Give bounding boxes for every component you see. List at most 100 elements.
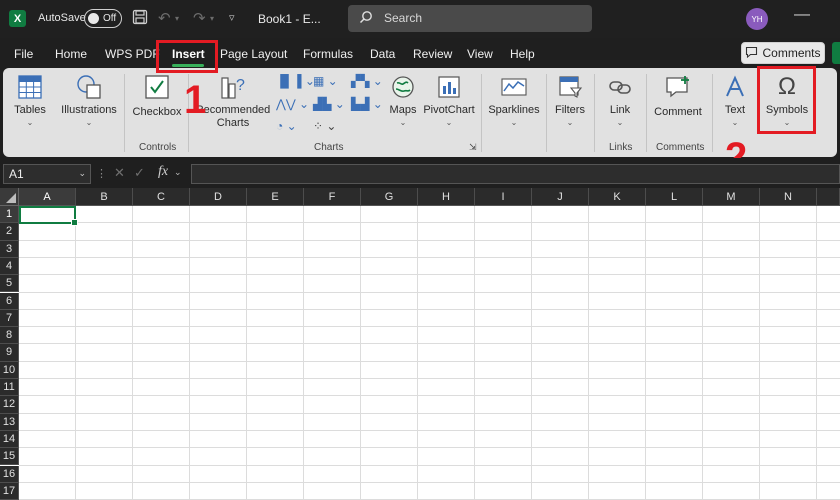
column-header-f[interactable]: F — [304, 188, 361, 206]
shapes-icon — [75, 72, 103, 102]
pie-chart-icon[interactable]: ◔ ⌄ — [276, 119, 297, 133]
redo-icon[interactable]: ↷ — [193, 9, 206, 27]
row-header-12[interactable]: 12 — [0, 396, 19, 414]
column-header-a[interactable]: A — [19, 188, 76, 206]
maps-button[interactable]: Maps ⌄ — [384, 72, 422, 127]
row-gridline — [19, 395, 840, 397]
link-icon — [607, 72, 633, 102]
chevron-down-icon: ⌄ — [510, 118, 518, 127]
select-all-button[interactable] — [0, 188, 19, 206]
column-header-k[interactable]: K — [589, 188, 646, 206]
minimize-icon[interactable]: — — [794, 6, 810, 24]
name-box[interactable]: A1 ⌄ — [3, 164, 91, 184]
column-header-j[interactable]: J — [532, 188, 589, 206]
column-header-h[interactable]: H — [418, 188, 475, 206]
recommended-charts-icon: ? — [218, 72, 248, 102]
column-header-c[interactable]: C — [133, 188, 190, 206]
enter-icon[interactable]: ✓ — [134, 165, 145, 181]
pivotchart-button[interactable]: PivotChart ⌄ — [422, 72, 476, 127]
row-header-7[interactable]: 7 — [0, 309, 19, 328]
column-header-d[interactable]: D — [190, 188, 247, 206]
checkbox-button[interactable]: Checkbox — [130, 72, 184, 118]
row-header-2[interactable]: 2 — [0, 223, 19, 241]
row-header-6[interactable]: 6 — [0, 292, 19, 310]
autosave-toggle[interactable]: Off — [84, 9, 122, 28]
illustrations-button[interactable]: Illustrations ⌄ — [58, 72, 120, 127]
undo-icon[interactable]: ↶ — [158, 9, 171, 27]
search-box[interactable]: Search — [348, 5, 592, 32]
column-header-b[interactable]: B — [76, 188, 133, 206]
row-header-1[interactable]: 1 — [0, 206, 19, 224]
undo-dropdown-icon[interactable]: ▾ — [175, 14, 179, 23]
row-header-10[interactable]: 10 — [0, 361, 19, 379]
row-header-4[interactable]: 4 — [0, 257, 19, 276]
statistic-chart-icon[interactable]: ▟▙ ⌄ — [313, 97, 345, 111]
line-chart-icon[interactable]: ⋀⋁ ⌄ — [276, 97, 309, 111]
row-gridline — [19, 308, 840, 310]
highlight-symbols-button — [757, 66, 816, 134]
scatter-chart-icon[interactable]: ⁘ ⌄ — [313, 119, 336, 133]
row-header-15[interactable]: 15 — [0, 448, 19, 466]
sparklines-button[interactable]: Sparklines ⌄ — [486, 72, 542, 127]
column-header-l[interactable]: L — [646, 188, 703, 206]
avatar[interactable]: YH — [746, 8, 768, 30]
link-button[interactable]: Link ⌄ — [600, 72, 640, 127]
autosave-label: AutoSave — [38, 12, 86, 24]
column-header-i[interactable]: I — [475, 188, 532, 206]
active-cell[interactable] — [19, 206, 78, 226]
tab-page-layout[interactable]: Page Layout — [220, 47, 287, 61]
tables-button[interactable]: Tables ⌄ — [10, 72, 50, 127]
tab-wps-pdf[interactable]: WPS PDF — [105, 47, 160, 61]
checkbox-label: Checkbox — [132, 106, 182, 118]
hierarchy-chart-icon[interactable]: ▦ ⌄ — [313, 74, 338, 88]
comment-label: Comment — [654, 106, 702, 118]
formula-input[interactable] — [191, 164, 840, 184]
share-button-edge[interactable] — [832, 42, 840, 64]
spreadsheet-grid: ABCDEFGHIJKLMN 1 2 3 4 5 6 7 8 9 10 11 12 13 14 15 16 17 — [0, 188, 840, 500]
ribbon-separator — [712, 74, 713, 152]
tab-review[interactable]: Review — [413, 47, 452, 61]
search-icon — [359, 10, 373, 27]
comments-button[interactable]: Comments — [741, 42, 825, 64]
row-header-5[interactable]: 5 — [0, 275, 19, 293]
row-header-17[interactable]: 17 — [0, 482, 19, 500]
combo-chart-icon[interactable]: ▙▟ ⌄ — [351, 97, 383, 111]
row-header-3[interactable]: 3 — [0, 240, 19, 258]
row-header-11[interactable]: 11 — [0, 379, 19, 397]
text-button[interactable]: Text ⌄ — [716, 72, 754, 127]
pivotchart-label: PivotChart — [423, 104, 475, 116]
cancel-icon[interactable]: ✕ — [114, 165, 125, 181]
tab-view[interactable]: View — [467, 47, 493, 61]
insert-function-button[interactable]: fx — [158, 164, 168, 180]
tab-help[interactable]: Help — [510, 47, 535, 61]
checkbox-icon — [143, 72, 171, 102]
formula-bar-grip-icon: ⋮ — [96, 168, 107, 180]
row-header-16[interactable]: 16 — [0, 465, 19, 483]
cell-area[interactable] — [19, 206, 840, 500]
group-label-charts: Charts — [314, 142, 344, 153]
column-header-g[interactable]: G — [361, 188, 418, 206]
illustrations-label: Illustrations — [61, 104, 117, 116]
comment-button[interactable]: Comment — [652, 72, 704, 118]
column-chart-icon[interactable]: ▐▌▐ ⌄ — [276, 74, 315, 88]
dialog-launcher-icon[interactable]: ⇲ — [469, 142, 477, 153]
row-header-8[interactable]: 8 — [0, 327, 19, 345]
redo-dropdown-icon[interactable]: ▾ — [210, 14, 214, 23]
save-icon[interactable] — [132, 9, 148, 29]
row-header-13[interactable]: 13 — [0, 413, 19, 431]
row-header-14[interactable]: 14 — [0, 430, 19, 449]
waterfall-chart-icon[interactable]: ▞▚ ⌄ — [351, 74, 383, 88]
column-header-n[interactable]: N — [760, 188, 817, 206]
tab-file[interactable]: File — [14, 47, 33, 61]
tab-formulas[interactable]: Formulas — [303, 47, 353, 61]
column-header-e[interactable]: E — [247, 188, 304, 206]
sparklines-icon — [500, 72, 528, 102]
filters-button[interactable]: Filters ⌄ — [550, 72, 590, 127]
customize-toolbar-icon[interactable]: ▿ — [229, 11, 235, 24]
tab-home[interactable]: Home — [55, 47, 87, 61]
file-name[interactable]: Book1 - E... — [258, 12, 321, 26]
row-header-9[interactable]: 9 — [0, 344, 19, 362]
recommended-charts-button[interactable]: ? Recommended Charts — [196, 72, 271, 130]
column-header-m[interactable]: M — [703, 188, 760, 206]
tab-data[interactable]: Data — [370, 47, 395, 61]
